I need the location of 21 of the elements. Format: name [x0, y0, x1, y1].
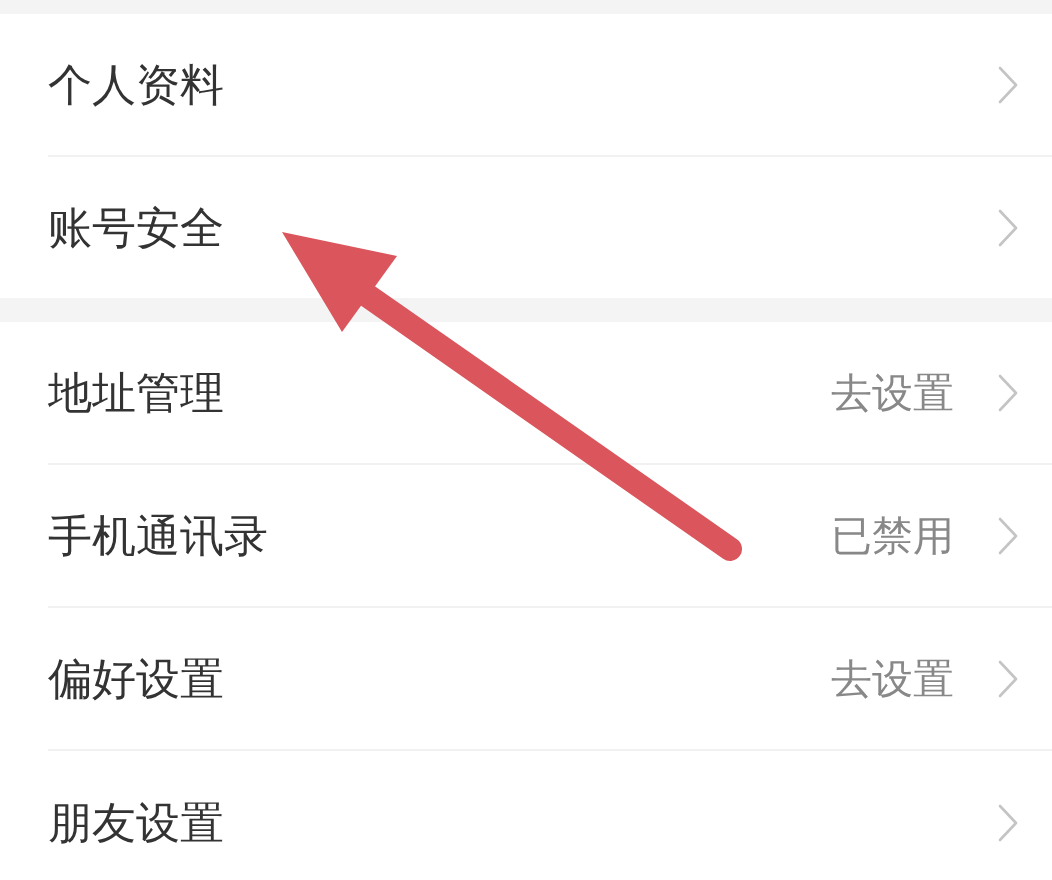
chevron-icon [998, 373, 1018, 412]
chevron-icon [998, 208, 1018, 247]
row-label: 账号安全 [48, 201, 224, 254]
row-label: 地址管理 [48, 366, 224, 419]
settings-row[interactable]: 个人资料 [0, 14, 1052, 155]
row-label: 偏好设置 [48, 652, 224, 705]
chevron-icon [998, 659, 1018, 698]
settings-row[interactable]: 地址管理 去设置 [0, 322, 1052, 463]
settings-row[interactable]: 账号安全 [0, 157, 1052, 298]
row-label: 手机通讯录 [48, 509, 268, 562]
settings-row[interactable]: 偏好设置 去设置 [0, 608, 1052, 749]
chevron-icon [998, 516, 1018, 555]
row-label: 朋友设置 [48, 797, 224, 849]
row-value: 去设置 [831, 367, 954, 419]
row-value: 已禁用 [831, 510, 954, 562]
chevron-icon [998, 804, 1018, 842]
row-label: 个人资料 [48, 58, 224, 111]
settings-row[interactable]: 手机通讯录 已禁用 [0, 465, 1052, 606]
row-value: 去设置 [831, 653, 954, 705]
settings-row[interactable]: 朋友设置 [0, 751, 1052, 880]
chevron-icon [998, 65, 1018, 104]
